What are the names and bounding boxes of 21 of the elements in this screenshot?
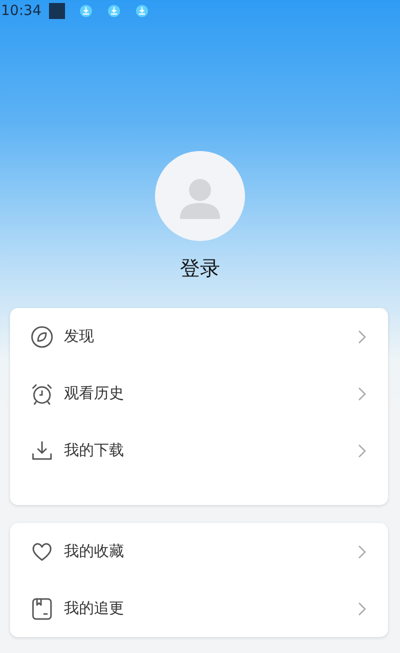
alarm-clock-icon: [30, 382, 54, 406]
chevron-right-icon: [356, 600, 368, 616]
menu-item[interactable]: 观看历史: [64, 384, 346, 403]
download-icon: [30, 438, 54, 462]
status-time: 10:34: [1, 3, 42, 19]
chevron-right-icon: [356, 386, 368, 402]
bookmark-icon: [30, 596, 54, 620]
chevron-right-icon: [356, 442, 368, 458]
notification-icon: [49, 3, 66, 19]
chevron-right-icon: [356, 544, 368, 560]
download-icon: [107, 4, 122, 18]
login-link[interactable]: 登录: [180, 255, 220, 282]
download-icon: [135, 4, 150, 18]
menu-item[interactable]: 我的收藏: [64, 542, 346, 561]
download-icon: [79, 4, 94, 18]
chevron-right-icon: [356, 328, 368, 344]
compass-icon: [30, 324, 54, 348]
menu-item[interactable]: 发现: [64, 327, 346, 346]
menu-item[interactable]: 我的下载: [64, 441, 346, 460]
menu-item[interactable]: 我的追更: [64, 599, 346, 618]
avatar[interactable]: [155, 151, 245, 241]
